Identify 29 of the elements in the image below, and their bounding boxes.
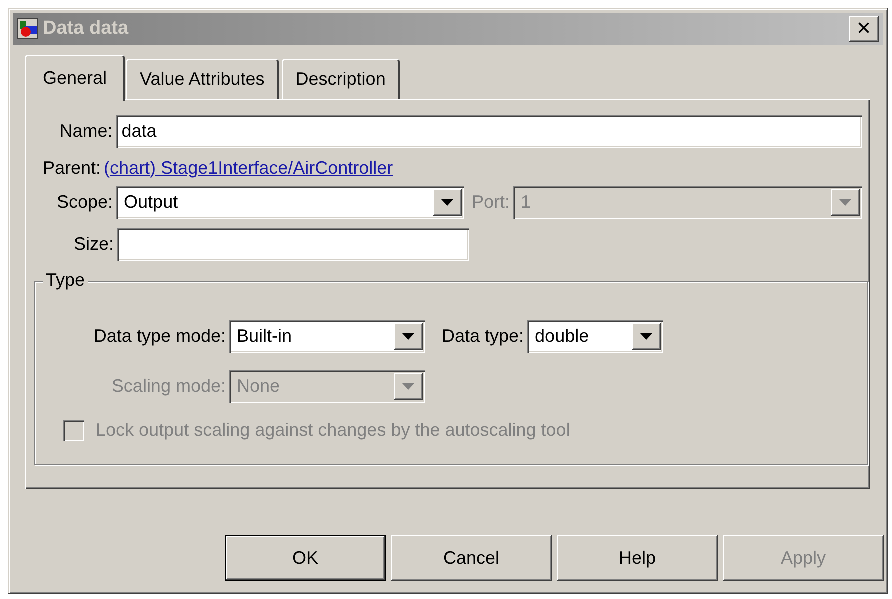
field-label: Name: [58,121,113,142]
dropdown-arrow-icon [402,383,415,390]
field-label: Data type mode: [92,326,226,347]
field-label: Scaling mode: [110,376,226,397]
dropdown[interactable]: double [527,320,664,353]
dropdown[interactable]: Built-in [229,320,425,353]
field-label: Port: [472,192,510,213]
size-field[interactable] [117,228,469,261]
dialog-button[interactable]: OK [225,535,386,581]
app-icon [17,18,39,40]
field-label: Scope: [56,192,114,213]
window-title: Data data [43,18,130,40]
dropdown-arrow-icon [441,199,454,206]
field-label: Parent: [42,158,102,178]
parent-link[interactable]: (chart) Stage1Interface/AirController [104,158,394,178]
name-field[interactable]: data [116,115,862,148]
dialog-button[interactable]: Cancel [391,535,552,581]
tab[interactable]: Value Attributes [126,59,279,99]
dialog-button[interactable]: Help [557,535,718,581]
dropdown[interactable]: Output [116,186,464,219]
checkbox-label: Lock output scaling against changes by the autoscaling tool [96,420,570,441]
field-label: Data type: [442,326,524,347]
dropdown-arrow-icon [640,333,654,340]
dropdown-arrow-icon [839,199,852,206]
dropdown-arrow-icon [402,333,415,340]
tab[interactable]: General [25,55,126,101]
field-label: Size: [72,234,114,255]
close-button[interactable]: × [849,16,879,42]
tab[interactable]: Description [282,59,400,99]
